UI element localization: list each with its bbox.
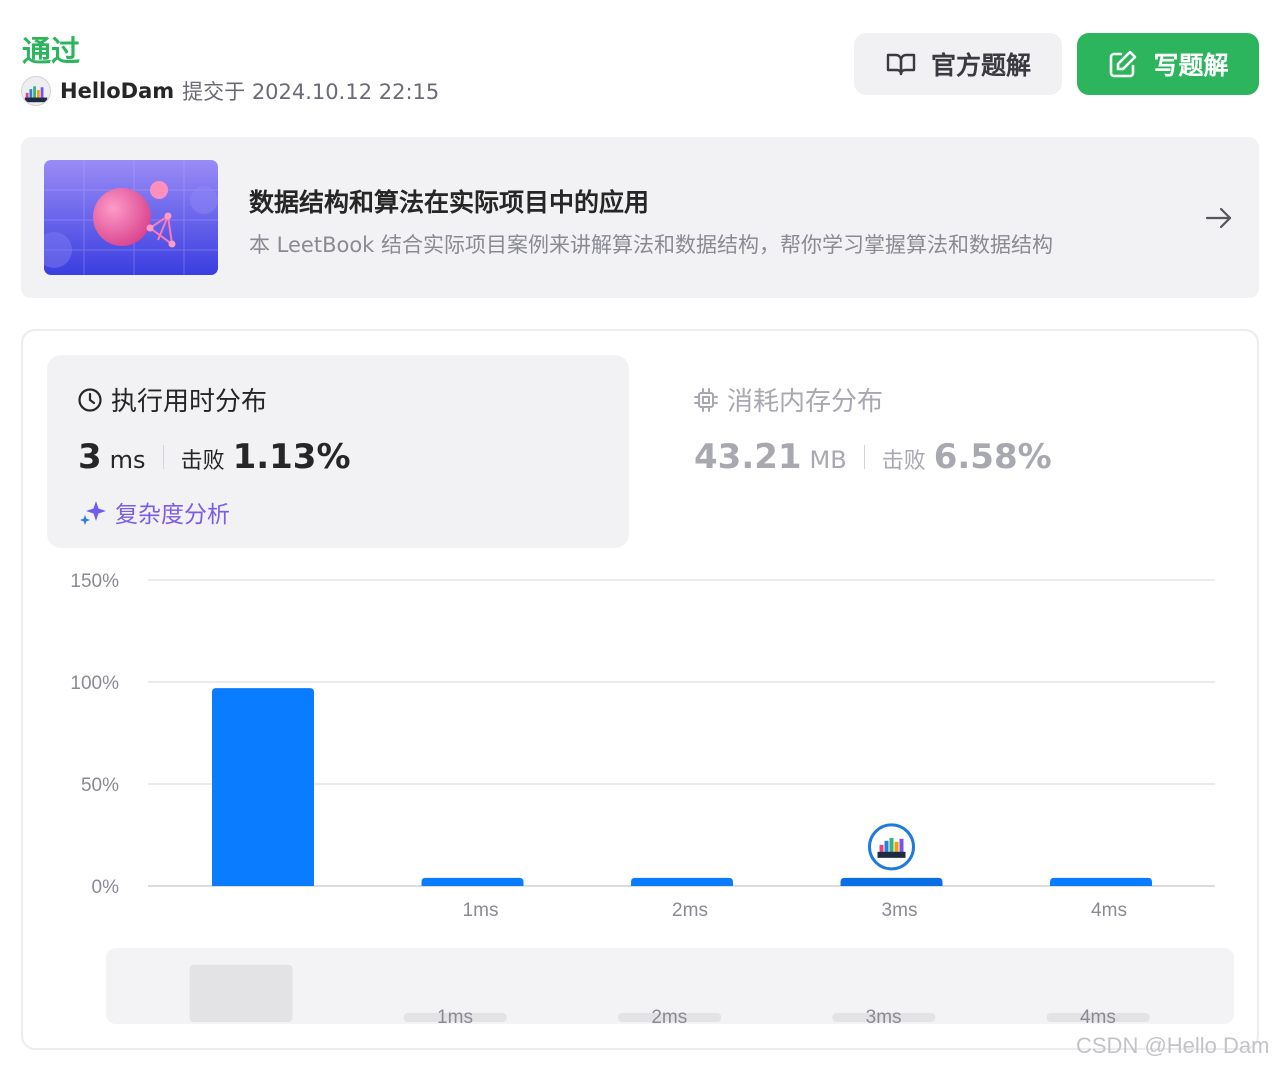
chart-bar[interactable] [212, 688, 314, 886]
navigator-tick-label: 4ms [1080, 1007, 1116, 1028]
avatar-bar [889, 837, 894, 853]
runtime-distribution-chart: 0% 50% 100% 150% 1ms 2ms 3ms 4ms 1ms 2ms 3ms 4ms [70, 571, 1234, 1028]
chart-bar[interactable] [840, 877, 943, 886]
watermark: CSDN @Hello Dam [1076, 1033, 1270, 1058]
navigator-tick-label: 1ms [437, 1007, 473, 1028]
chart-bar[interactable] [1050, 877, 1152, 886]
avatar-bar [879, 844, 884, 853]
avatar-bar [894, 841, 899, 853]
avatar-bar [884, 840, 889, 853]
y-tick-label: 0% [92, 877, 120, 898]
navigator-bar [189, 964, 293, 1022]
chart-bar[interactable] [421, 877, 524, 886]
x-tick-label: 4ms [1091, 900, 1127, 921]
chart-bar[interactable] [631, 877, 733, 886]
navigator-tick-label: 3ms [866, 1007, 902, 1028]
x-tick-label: 3ms [882, 900, 918, 921]
y-tick-label: 50% [81, 775, 119, 796]
avatar-base [877, 851, 906, 858]
y-tick-label: 100% [70, 673, 119, 694]
navigator-tick-label: 2ms [651, 1007, 687, 1028]
x-tick-label: 1ms [463, 900, 499, 921]
x-tick-label: 2ms [672, 900, 708, 921]
y-tick-label: 150% [70, 571, 119, 592]
avatar-bar [899, 838, 904, 853]
